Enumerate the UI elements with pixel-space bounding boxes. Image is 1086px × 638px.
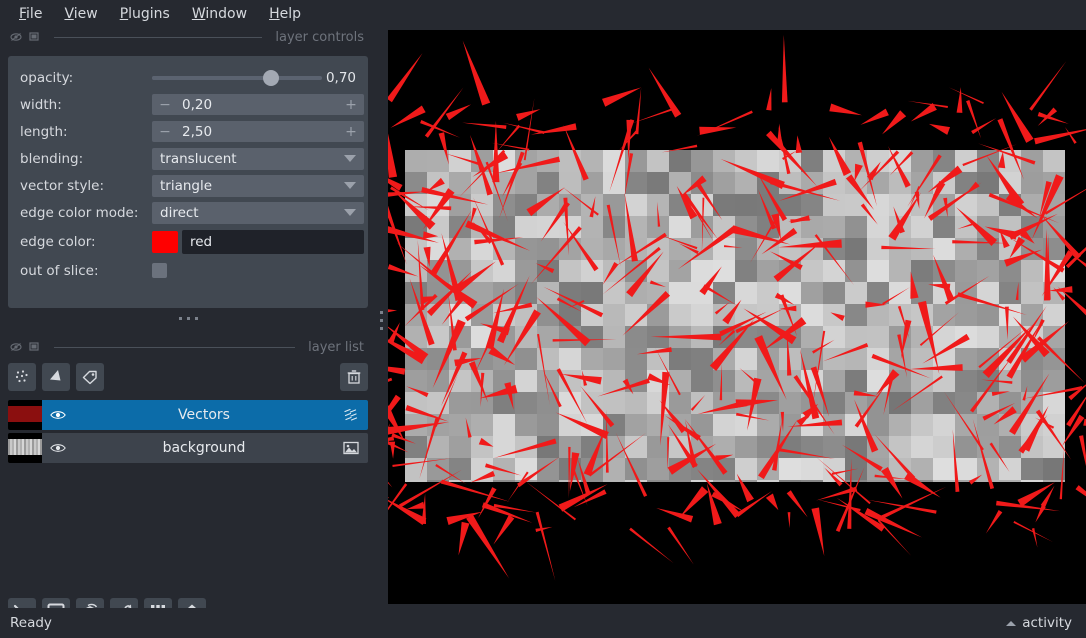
menu-bar: File View Plugins Window Help bbox=[0, 0, 1086, 28]
labels-icon bbox=[82, 370, 97, 385]
edge-color-mode-row: edge color mode: direct bbox=[20, 199, 364, 226]
menu-help[interactable]: Help bbox=[260, 3, 310, 25]
layer-thumbnail-background bbox=[8, 433, 42, 463]
blending-select[interactable]: translucent bbox=[152, 147, 364, 170]
visibility-icon[interactable] bbox=[50, 409, 66, 421]
vector-style-select[interactable]: triangle bbox=[152, 174, 364, 197]
layer-list-title: layer list bbox=[308, 339, 364, 355]
length-decrement-button[interactable]: − bbox=[158, 125, 172, 139]
edge-color-swatch[interactable] bbox=[152, 230, 178, 253]
layer-controls-title: layer controls bbox=[275, 29, 364, 45]
viewer-canvas[interactable] bbox=[388, 30, 1086, 604]
opacity-row: opacity: 0,70 bbox=[20, 64, 358, 91]
new-points-layer-button[interactable] bbox=[8, 363, 36, 391]
layer-buttons-row bbox=[8, 360, 368, 394]
menu-plugins[interactable]: Plugins bbox=[111, 3, 179, 25]
background-image-layer bbox=[405, 150, 1065, 482]
edge-color-mode-value: direct bbox=[160, 204, 199, 221]
vectors-icon bbox=[344, 408, 358, 421]
new-shapes-layer-button[interactable] bbox=[42, 363, 70, 391]
visibility-icon[interactable] bbox=[50, 442, 66, 454]
new-labels-layer-button[interactable] bbox=[76, 363, 104, 391]
layer-name-vectors: Vectors bbox=[178, 407, 230, 423]
titlebar-divider bbox=[54, 346, 296, 348]
layer-name-background: background bbox=[162, 440, 246, 456]
image-icon bbox=[343, 441, 359, 455]
float-dock-icon[interactable] bbox=[10, 341, 22, 353]
chevron-down-icon bbox=[344, 209, 356, 216]
edge-color-row: edge color: red bbox=[20, 226, 364, 257]
edge-color-input[interactable]: red bbox=[182, 229, 364, 254]
blending-value: translucent bbox=[160, 150, 237, 167]
layer-row-vectors[interactable]: Vectors bbox=[8, 400, 368, 430]
chevron-up-icon bbox=[1006, 620, 1017, 626]
edge-color-mode-select[interactable]: direct bbox=[152, 201, 364, 224]
vector-style-value: triangle bbox=[160, 177, 213, 194]
slider-fill bbox=[152, 75, 271, 80]
vector-style-label: vector style: bbox=[20, 177, 105, 194]
slider-handle[interactable] bbox=[263, 69, 279, 86]
chevron-down-icon bbox=[344, 155, 356, 162]
menu-view[interactable]: View bbox=[55, 3, 106, 25]
menu-window[interactable]: Window bbox=[183, 3, 256, 25]
edge-color-label: edge color: bbox=[20, 233, 96, 250]
blending-label: blending: bbox=[20, 150, 84, 167]
length-spinbox[interactable]: − 2,50 + bbox=[152, 121, 364, 142]
close-dock-icon[interactable] bbox=[29, 341, 41, 353]
panel-splitter-horizontal[interactable] bbox=[8, 311, 368, 325]
points-icon bbox=[15, 370, 28, 383]
edge-color-mode-label: edge color mode: bbox=[20, 204, 139, 221]
layer-list-dock: layer list Vectors background bbox=[0, 338, 376, 578]
close-dock-icon[interactable] bbox=[29, 31, 41, 43]
out-of-slice-checkbox[interactable] bbox=[152, 263, 167, 278]
width-value[interactable]: 0,20 bbox=[182, 97, 344, 113]
chevron-down-icon bbox=[344, 182, 356, 189]
vector-style-row: vector style: triangle bbox=[20, 172, 364, 199]
left-dock: layer controls opacity: 0,70 width: − 0,… bbox=[0, 28, 376, 626]
blending-row: blending: translucent bbox=[20, 145, 364, 172]
opacity-value: 0,70 bbox=[325, 69, 356, 86]
out-of-slice-row: out of slice: bbox=[20, 257, 358, 284]
width-increment-button[interactable]: + bbox=[344, 98, 358, 112]
layer-controls-titlebar: layer controls bbox=[0, 28, 376, 46]
length-value[interactable]: 2,50 bbox=[182, 124, 344, 140]
canvas-render bbox=[388, 30, 1086, 604]
opacity-label: opacity: bbox=[20, 69, 74, 86]
length-label: length: bbox=[20, 123, 68, 140]
width-row: width: − 0,20 + bbox=[20, 91, 364, 118]
status-bar: Ready activity bbox=[0, 608, 1086, 638]
layer-thumbnail-vectors bbox=[8, 400, 42, 430]
opacity-slider[interactable] bbox=[152, 69, 322, 87]
width-spinbox[interactable]: − 0,20 + bbox=[152, 94, 364, 115]
activity-button[interactable]: activity bbox=[1006, 615, 1072, 631]
shapes-icon bbox=[50, 370, 61, 381]
layer-list-titlebar: layer list bbox=[0, 338, 376, 356]
out-of-slice-label: out of slice: bbox=[20, 262, 99, 279]
dock-splitter-vertical[interactable] bbox=[376, 300, 386, 340]
delete-layer-button[interactable] bbox=[340, 363, 368, 391]
menu-file[interactable]: File bbox=[10, 3, 51, 25]
activity-label: activity bbox=[1022, 615, 1072, 631]
length-increment-button[interactable]: + bbox=[344, 125, 358, 139]
float-dock-icon[interactable] bbox=[10, 31, 22, 43]
length-row: length: − 2,50 + bbox=[20, 118, 364, 145]
trash-icon bbox=[347, 370, 361, 384]
layer-row-body[interactable]: Vectors bbox=[42, 400, 368, 430]
layer-controls-panel: opacity: 0,70 width: − 0,20 + length: − … bbox=[8, 56, 368, 308]
status-text: Ready bbox=[10, 615, 52, 631]
layer-row-body[interactable]: background bbox=[42, 433, 368, 463]
layer-row-background[interactable]: background bbox=[8, 433, 368, 463]
titlebar-divider bbox=[54, 36, 263, 38]
width-label: width: bbox=[20, 96, 62, 113]
width-decrement-button[interactable]: − bbox=[158, 98, 172, 112]
